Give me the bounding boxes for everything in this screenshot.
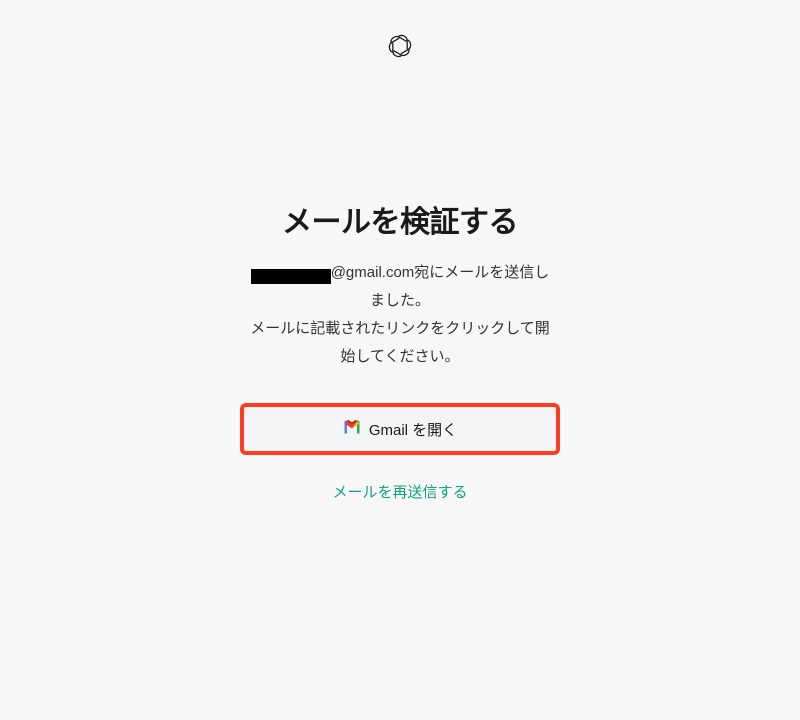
- email-domain: @gmail.com: [331, 261, 415, 285]
- redacted-email-local: [251, 269, 331, 284]
- sent-line-1: @gmail.com 宛にメールを送信し: [250, 261, 550, 285]
- open-gmail-button[interactable]: Gmail を開く: [240, 403, 560, 455]
- openai-logo-icon: [384, 30, 416, 67]
- page-title: メールを検証する: [282, 197, 518, 241]
- header-logo-wrap: [384, 30, 416, 67]
- open-gmail-label: Gmail を開く: [369, 419, 457, 440]
- description-block: @gmail.com 宛にメールを送信し ました。 メールに記載されたリンクをク…: [250, 261, 550, 373]
- gmail-icon: [343, 420, 361, 438]
- sent-suffix-1: 宛にメールを送信し: [414, 261, 549, 285]
- verify-panel: メールを検証する @gmail.com 宛にメールを送信し ました。 メールに記…: [230, 197, 570, 502]
- resend-email-link[interactable]: メールを再送信する: [332, 481, 467, 502]
- instruction-line-1: メールに記載されたリンクをクリックして開: [250, 317, 550, 341]
- instruction-line-2: 始してください。: [250, 345, 550, 369]
- sent-line-2: ました。: [250, 289, 550, 313]
